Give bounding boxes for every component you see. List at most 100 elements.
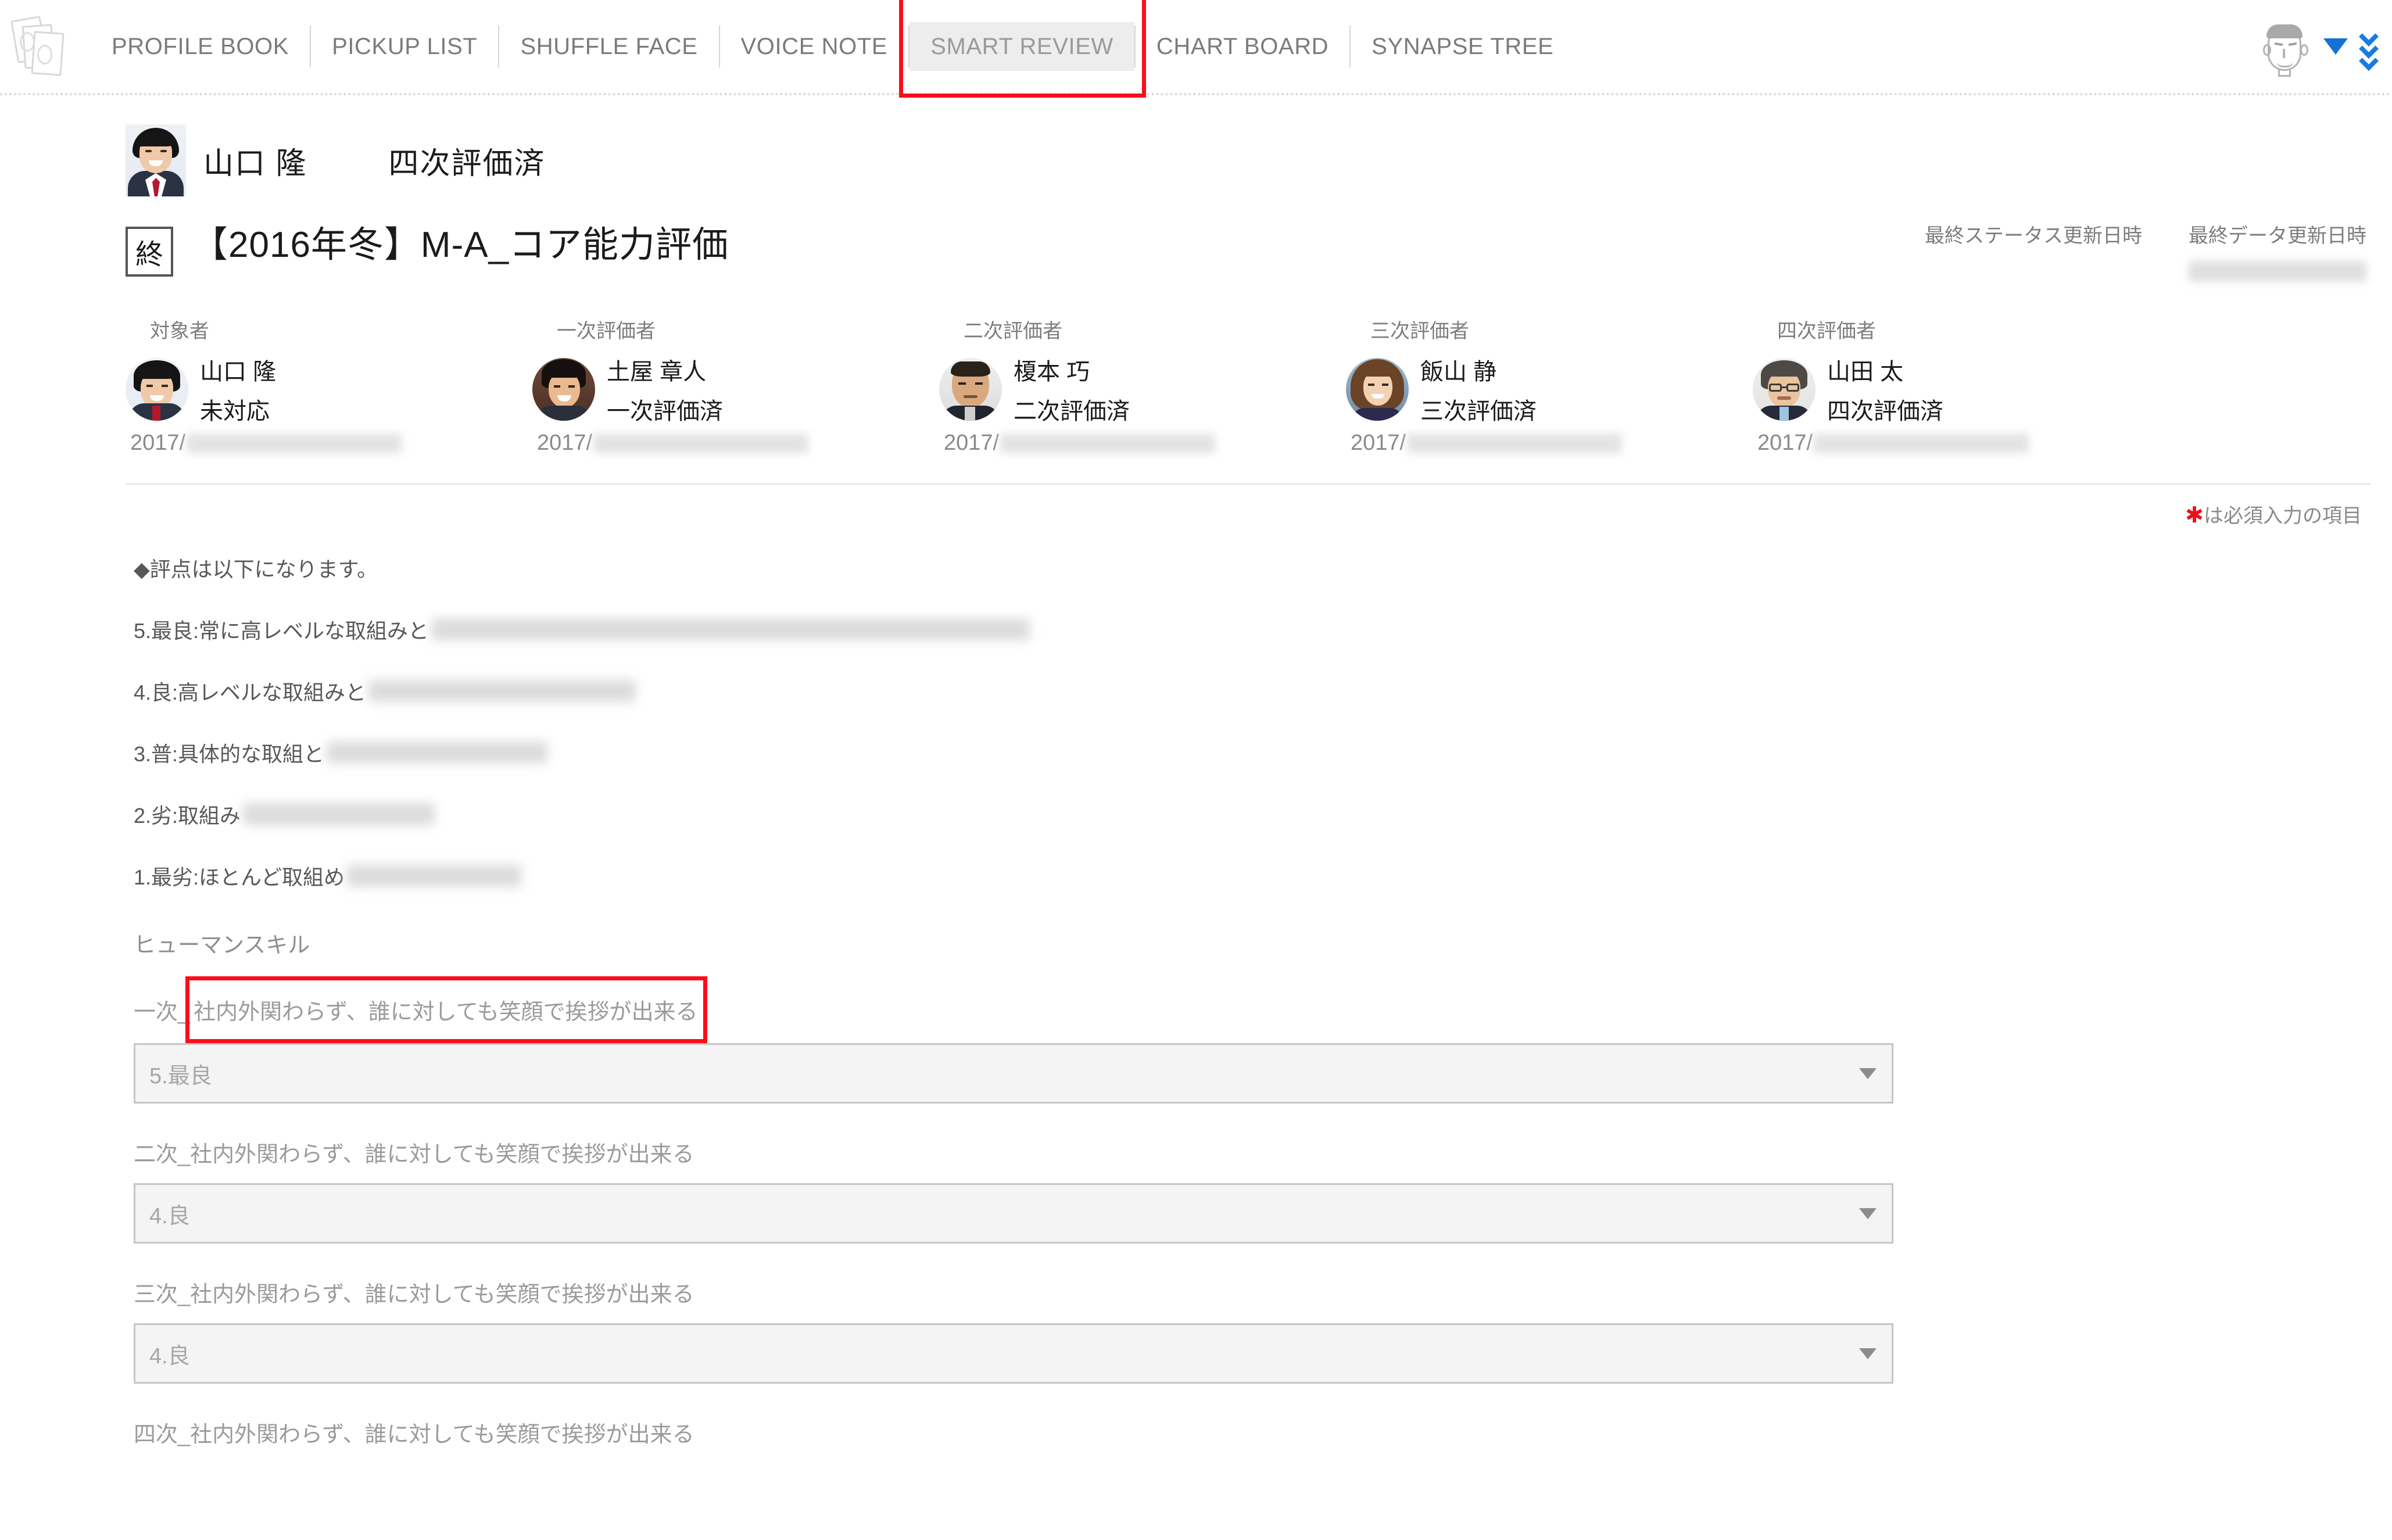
evaluator-row: 対象者 山口 隆 未対応 2017/ 一次評価者 土屋 章人 一次評価済 201… bbox=[0, 277, 2392, 456]
evaluator-date: 2017/ bbox=[126, 431, 532, 456]
page-title: 【2016年冬】M-A_コア能力評価 bbox=[192, 225, 729, 265]
nav-item-chart-board[interactable]: CHART BOARD bbox=[1136, 35, 1349, 58]
double-chevron-down-icon[interactable] bbox=[2361, 30, 2378, 63]
evaluator-state: 未対応 bbox=[200, 399, 270, 424]
document-meta: 最終ステータス更新日時 最終データ更新日時 bbox=[1925, 220, 2366, 282]
meta-label: 最終データ更新日時 bbox=[2189, 225, 2366, 247]
evaluator-date-redacted bbox=[187, 433, 402, 453]
evaluator-state: 一次評価済 bbox=[607, 399, 723, 424]
evaluator-date-redacted bbox=[1814, 433, 2029, 453]
evaluator-name: 山口 隆 bbox=[200, 359, 277, 385]
subject-header: 山口 隆 四次評価済 bbox=[0, 95, 2392, 210]
legend-item-redacted bbox=[327, 742, 548, 764]
meta-data-updated: 最終データ更新日時 bbox=[2189, 220, 2366, 282]
nav-item-synapse-tree[interactable]: SYNAPSE TREE bbox=[1351, 35, 1574, 58]
user-face-icon[interactable] bbox=[2261, 19, 2311, 77]
score-legend: ◆評点は以下になります。 5.最良:常に高レベルな取組みと 4.良:高レベルな取… bbox=[0, 528, 2392, 891]
nav-item-shuffle-face[interactable]: SHUFFLE FACE bbox=[499, 35, 718, 58]
field-group-tertiary: 三次_ 社内外関わらず、誰に対しても笑顔で挨拶が出来る 4.良 bbox=[0, 1276, 2392, 1384]
field-group-secondary: 二次_ 社内外関わらず、誰に対しても笑顔で挨拶が出来る 4.良 bbox=[0, 1136, 2392, 1244]
field-label-text: 社内外関わらず、誰に対しても笑顔で挨拶が出来る bbox=[194, 1000, 698, 1025]
score-select-primary[interactable]: 5.最良 bbox=[134, 1043, 1893, 1104]
evaluator-date: 2017/ bbox=[1346, 431, 1753, 456]
field-label-text: 社内外関わらず、誰に対しても笑顔で挨拶が出来る bbox=[190, 1143, 694, 1167]
evaluator-date-prefix: 2017/ bbox=[130, 431, 186, 455]
meta-value-redacted bbox=[1925, 261, 2142, 282]
cards-logo-icon[interactable] bbox=[10, 12, 76, 81]
evaluator-role-label: 対象者 bbox=[150, 320, 209, 342]
legend-item-redacted bbox=[346, 865, 521, 887]
avatar bbox=[532, 358, 595, 421]
legend-heading: ◆評点は以下になります。 bbox=[134, 557, 378, 581]
status-badge: 終 bbox=[126, 227, 173, 277]
select-value: 4.良 bbox=[149, 1204, 190, 1229]
top-navigation-bar: PROFILE BOOK PICKUP LIST SHUFFLE FACE VO… bbox=[0, 0, 2392, 98]
evaluator-state: 二次評価済 bbox=[1014, 399, 1130, 424]
avatar bbox=[126, 358, 188, 421]
legend-item-text: 3.普:具体的な取組と bbox=[134, 742, 325, 766]
legend-item-text: 1.最劣:ほとんど取組め bbox=[134, 865, 345, 889]
field-group-quaternary: 四次_ 社内外関わらず、誰に対しても笑顔で挨拶が出来る bbox=[0, 1416, 2392, 1463]
field-prefix: 二次_ bbox=[134, 1143, 191, 1167]
field-label-text: 社内外関わらず、誰に対しても笑顔で挨拶が出来る bbox=[190, 1283, 694, 1307]
legend-item: 5.最良:常に高レベルな取組みと bbox=[134, 614, 2392, 644]
evaluator-secondary: 二次評価者 榎本 巧 二次評価済 2017/ bbox=[939, 315, 1346, 456]
field-prefix: 一次_ bbox=[134, 1000, 191, 1025]
field-label-secondary: 二次_ 社内外関わらず、誰に対しても笑顔で挨拶が出来る bbox=[134, 1136, 694, 1168]
evaluator-name: 山田 太 bbox=[1827, 359, 1904, 385]
avatar bbox=[939, 358, 1002, 421]
evaluator-name: 土屋 章人 bbox=[607, 359, 707, 385]
score-select-tertiary[interactable]: 4.良 bbox=[134, 1323, 1893, 1384]
evaluator-date-redacted bbox=[1407, 433, 1623, 453]
evaluator-date: 2017/ bbox=[1753, 431, 2160, 456]
legend-item-redacted bbox=[243, 803, 435, 825]
nav-item-smart-review[interactable]: SMART REVIEW bbox=[909, 22, 1134, 71]
legend-item: 2.劣:取組み bbox=[134, 799, 2392, 829]
legend-item: 4.良:高レベルな取組みと bbox=[134, 676, 2392, 706]
page-content: 山口 隆 四次評価済 終 【2016年冬】M-A_コア能力評価 最終ステータス更… bbox=[0, 95, 2392, 1463]
nav-items: PROFILE BOOK PICKUP LIST SHUFFLE FACE VO… bbox=[91, 0, 1574, 98]
score-select-secondary[interactable]: 4.良 bbox=[134, 1183, 1893, 1244]
evaluator-role-label: 三次評価者 bbox=[1370, 320, 1469, 342]
user-menu-area bbox=[2261, 0, 2378, 93]
meta-value-redacted bbox=[2189, 261, 2366, 282]
field-label-text: 社内外関わらず、誰に対しても笑顔で挨拶が出来る bbox=[190, 1423, 694, 1447]
evaluator-quaternary: 四次評価者 山田 太 四次評価済 2017/ bbox=[1753, 315, 2160, 456]
evaluator-subject: 対象者 山口 隆 未対応 2017/ bbox=[126, 315, 532, 456]
legend-item-redacted bbox=[431, 618, 1030, 640]
evaluator-date: 2017/ bbox=[532, 431, 939, 456]
evaluator-date-prefix: 2017/ bbox=[537, 431, 593, 455]
evaluator-role-label: 一次評価者 bbox=[557, 320, 656, 342]
meta-status-updated: 最終ステータス更新日時 bbox=[1925, 220, 2142, 282]
evaluator-date: 2017/ bbox=[939, 431, 1346, 456]
evaluator-primary: 一次評価者 土屋 章人 一次評価済 2017/ bbox=[532, 315, 939, 456]
evaluator-tertiary: 三次評価者 飯山 静 三次評価済 2017/ bbox=[1346, 315, 1753, 456]
legend-item-text: 5.最良:常に高レベルな取組みと bbox=[134, 619, 429, 643]
evaluator-date-prefix: 2017/ bbox=[1757, 431, 1813, 455]
field-label-quaternary: 四次_ 社内外関わらず、誰に対しても笑顔で挨拶が出来る bbox=[134, 1416, 694, 1448]
evaluator-date-redacted bbox=[1000, 433, 1216, 453]
required-field-note: ✱は必須入力の項目 bbox=[0, 485, 2392, 528]
section-heading-human-skill: ヒューマンスキル bbox=[134, 933, 310, 958]
triangle-down-icon[interactable] bbox=[2323, 38, 2348, 55]
select-value: 4.良 bbox=[149, 1344, 190, 1369]
nav-item-voice-note[interactable]: VOICE NOTE bbox=[720, 35, 909, 58]
nav-item-pickup-list[interactable]: PICKUP LIST bbox=[311, 35, 498, 58]
required-asterisk-icon: ✱ bbox=[2185, 503, 2204, 528]
evaluator-name: 榎本 巧 bbox=[1014, 359, 1090, 385]
evaluator-name: 飯山 静 bbox=[1420, 359, 1497, 385]
field-label-tertiary: 三次_ 社内外関わらず、誰に対しても笑顔で挨拶が出来る bbox=[134, 1276, 694, 1308]
nav-item-smart-review-wrapper: SMART REVIEW bbox=[899, 0, 1146, 98]
subject-status: 四次評価済 bbox=[388, 146, 546, 181]
evaluator-date-prefix: 2017/ bbox=[944, 431, 1000, 455]
chevron-down-icon bbox=[1859, 1348, 1877, 1359]
evaluator-role-label: 四次評価者 bbox=[1777, 320, 1876, 342]
field-prefix: 四次_ bbox=[134, 1423, 191, 1447]
legend-item-redacted bbox=[368, 680, 636, 702]
legend-item: 1.最劣:ほとんど取組め bbox=[134, 861, 2392, 891]
subject-name: 山口 隆 bbox=[203, 146, 307, 181]
required-note-text: は必須入力の項目 bbox=[2204, 505, 2362, 527]
field-group-primary: 一次_ 社内外関わらず、誰に対しても笑顔で挨拶が出来る 5.最良 bbox=[0, 976, 2392, 1104]
nav-item-profile-book[interactable]: PROFILE BOOK bbox=[91, 35, 310, 58]
evaluator-state: 四次評価済 bbox=[1827, 399, 1943, 424]
